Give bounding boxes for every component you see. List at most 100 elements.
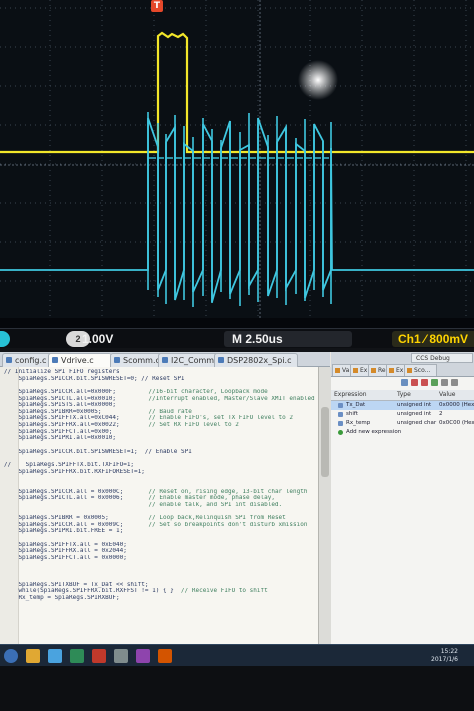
code-line: // SpiaRegs.SPIFFTX.bit.TXFIFO=1; <box>4 462 316 469</box>
code-statement: SpiaRegs.SPIPRI.bit.FREE = 1; <box>4 528 124 535</box>
view-menu-icon[interactable] <box>441 379 448 386</box>
remove-icon[interactable] <box>411 379 418 386</box>
ch1-waveform <box>0 31 474 154</box>
folder-icon[interactable] <box>158 649 172 663</box>
col-value[interactable]: Value <box>439 390 455 400</box>
code-statement: SpiaRegs.SPIFFRX.bit.RXFIFORESET=1; <box>4 468 145 475</box>
editor-scrollbar[interactable] <box>318 367 331 644</box>
code-comment: // Baud rate <box>148 408 192 415</box>
expressions-header: Expression Type Value <box>331 390 474 401</box>
add-expression-row[interactable]: Add new expression <box>331 428 474 437</box>
collapse-icon[interactable] <box>401 379 408 386</box>
code-comment: // Loop back,Relinquish SPI from Reset <box>148 515 286 522</box>
code-line: // Initialize SPI FIFO registers <box>4 369 316 376</box>
monitor-bottom-bezel <box>0 666 474 711</box>
system-clock[interactable]: 15:22 2017/1/6 <box>431 648 458 664</box>
code-line: SpiaRegs.SPIBRR = 0x0005; // Loop back,R… <box>4 515 316 522</box>
code-statement: SpiaRegs.SPISTS.all=0x0000; <box>4 402 116 409</box>
variable-icon <box>338 403 343 408</box>
explorer-icon[interactable] <box>26 649 40 663</box>
code-statement: SpiaRegs.SPIFFCT.all = 0x0000; <box>4 554 127 561</box>
code-line: SpiaRegs.SPISTS.all=0x0000; <box>4 402 316 409</box>
code-line: SpiaRegs.SPIFFCT.all = 0x0000; <box>4 555 316 562</box>
code-comment: // enable talk, and SPI int disabled. <box>148 501 283 508</box>
code-line: SpiaRegs.SPIFFTX.all=0xC044; // Enable F… <box>4 415 316 422</box>
code-comment: // Receive FIFO to shift <box>181 588 268 595</box>
editor-tab-bar: config.c Vdrive.c Scomm.c I2C_Comm.c DSP… <box>0 352 330 367</box>
expr-row-shift[interactable]: shift unsigned int 2 <box>331 410 474 419</box>
minimize-icon[interactable] <box>451 379 458 386</box>
code-statement: Rx_temp = SpiaRegs.SPIRXBUF; <box>4 594 120 601</box>
code-comment: // Set so breakpoints don't disturb xmis… <box>148 521 308 528</box>
start-button-icon[interactable] <box>4 649 18 663</box>
code-comment: //16-bit character, Loopback mode <box>148 388 268 395</box>
scrollbar-thumb[interactable] <box>321 407 329 477</box>
tab-scope[interactable]: Sco... <box>404 364 437 376</box>
code-line: Rx_temp = SpiaRegs.SPIRXBUF; <box>4 595 316 602</box>
code-statement: SpiaRegs.SPICCR.all=0x000F; <box>4 388 116 395</box>
expressions-toolbar <box>331 378 474 388</box>
code-comment: // Set RX FIFO level to 2 <box>148 422 239 429</box>
code-line: SpiaRegs.SPIBRR=0x0005; // Baud rate <box>4 409 316 416</box>
tab-vdrive[interactable]: Vdrive.c <box>48 353 112 367</box>
code-statement: SpiaRegs.SPICCR.all = 0x009C; <box>4 521 124 528</box>
col-expression[interactable]: Expression <box>334 390 367 400</box>
screen-glare <box>298 60 338 100</box>
clock-date: 2017/1/6 <box>431 656 458 663</box>
code-statement: SpiaRegs.SPICCR.all = 0x000C; <box>4 488 124 495</box>
code-statement: SpiaRegs.SPICCR.bit.SPISWRESET=0; // Res… <box>4 375 185 382</box>
ie-icon[interactable] <box>48 649 62 663</box>
ide-window: config.c Vdrive.c Scomm.c I2C_Comm.c DSP… <box>0 352 474 644</box>
code-statement: SpiaRegs.SPICTL.all=0x0010; <box>4 395 116 402</box>
add-icon <box>338 430 343 435</box>
code-comment: // Reset on, rising edge, 13-bit char le… <box>148 488 308 495</box>
variable-icon <box>338 412 343 417</box>
code-line: SpiaRegs.SPIPRI.bit.FREE = 1; <box>4 528 316 535</box>
ccs-icon[interactable] <box>92 649 106 663</box>
clock-time: 15:22 <box>440 648 458 655</box>
time-per-div: M 2.50us <box>224 331 352 347</box>
code-statement: SpiaRegs.SPIFFRX.all=0x0022; <box>4 422 120 429</box>
code-editor[interactable]: // Initialize SPI FIFO registers SpiaReg… <box>0 367 318 644</box>
code-statement: while(SpiaRegs.SPIFFRX.bit.RXFFST != 1) … <box>4 588 174 595</box>
code-line: SpiaRegs.SPIFFRX.all=0x0022; // Set RX F… <box>4 422 316 429</box>
expr-row-rx-temp[interactable]: Rx_temp unsigned char 0x0C00 (Hex) <box>331 419 474 428</box>
code-line: SpiaRegs.SPICCR.all = 0x009C; // Set so … <box>4 522 316 529</box>
code-comment: // Enable FIFO's, set TX FIFO level to 2 <box>148 415 294 422</box>
scope-screen <box>0 0 474 318</box>
code-line: SpiaRegs.SPICCR.bit.SPISWRESET=1; // Ena… <box>4 449 316 456</box>
code-statement: SpiaRegs.SPICTL.all = 0x0006; <box>4 495 124 502</box>
code-line: SpiaRegs.SPIFFTX.all = 0xE040; <box>4 542 316 549</box>
terminal-icon[interactable] <box>114 649 128 663</box>
code-line: while(SpiaRegs.SPIFFRX.bit.RXFFST != 1) … <box>4 588 316 595</box>
tab-dsp2802x-spi[interactable]: DSP2802x_Spi.c <box>214 353 298 367</box>
expressions-panel: CCS Debug Va... Ex... Re... Ex... Sco...… <box>331 352 474 644</box>
code-statement: SpiaRegs.SPITXBUF = Tx_Dat << shift; <box>4 581 149 588</box>
code-statement: SpiaRegs.SPIFFTX.all=0xC044; <box>4 415 120 422</box>
code-statement: SpiaRegs.SPIFFRX.all = 0x2044; <box>4 548 127 555</box>
code-line: SpiaRegs.SPICCR.all = 0x000C; // Reset o… <box>4 489 316 496</box>
code-line: SpiaRegs.SPITXBUF = Tx_Dat << shift; <box>4 582 316 589</box>
code-line: SpiaRegs.SPICTL.all=0x0010; //Interrupt … <box>4 396 316 403</box>
oscilloscope-display: T 2 1.00V M 2.50us Ch1 ⁄ 800mV <box>0 0 474 348</box>
code-statement: SpiaRegs.SPIFFCT.all=0x00; <box>4 428 113 435</box>
remove-all-icon[interactable] <box>421 379 428 386</box>
refresh-icon[interactable] <box>431 379 438 386</box>
ch2-waveform <box>0 117 474 303</box>
code-statement: SpiaRegs.SPIBRR = 0x0005; <box>4 515 109 522</box>
col-type[interactable]: Type <box>397 390 411 400</box>
tool-icon[interactable] <box>136 649 150 663</box>
code-comment: //Interrupt enabled, Master/Slave XMIT e… <box>148 395 315 402</box>
ccs-debug-perspective[interactable]: CCS Debug <box>411 353 473 363</box>
expr-row-tx-dat[interactable]: Tx_Dat unsigned int 0x0000 (Hex) <box>331 401 474 410</box>
variable-icon <box>338 421 343 426</box>
app-icon[interactable] <box>70 649 84 663</box>
code-line: SpiaRegs.SPICTL.all = 0x0006; // Enable … <box>4 495 316 502</box>
code-statement: SpiaRegs.SPIFFTX.all = 0xE040; <box>4 541 127 548</box>
